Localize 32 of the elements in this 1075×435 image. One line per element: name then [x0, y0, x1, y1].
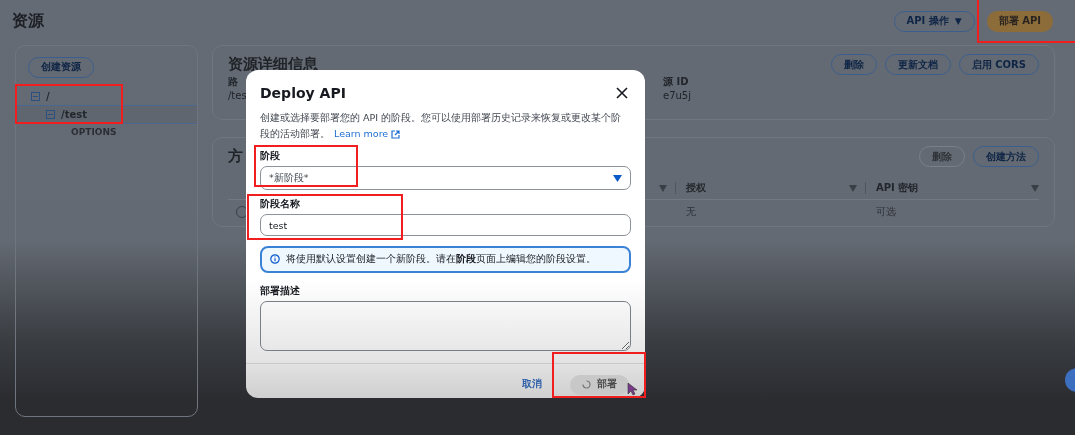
column-header[interactable]: API 密钥 [876, 181, 919, 195]
description-field[interactable] [260, 300, 631, 351]
tree-item[interactable]: / [16, 87, 197, 105]
dialog-title: Deploy API [260, 85, 346, 101]
column-header[interactable]: 授权 [686, 181, 706, 195]
tree-item[interactable]: /test [16, 104, 197, 124]
sort-icon[interactable] [659, 184, 667, 192]
field-label: 部署描述 [260, 284, 301, 298]
collapse-icon[interactable] [31, 91, 40, 101]
sort-icon[interactable] [1031, 184, 1039, 192]
collapse-icon[interactable] [46, 109, 55, 119]
info-text: 将使用默认设置创建一个新阶段。请在阶段页面上编辑您的阶段设置。 [286, 252, 596, 267]
card-title: 方 [228, 147, 243, 166]
deploy-api-button[interactable]: 部署 API [986, 10, 1053, 32]
cancel-link[interactable]: 取消 [522, 378, 542, 392]
spinner-icon [582, 380, 591, 390]
stage-select[interactable]: *新阶段* [260, 166, 631, 190]
caret-icon: ▼ [954, 16, 962, 26]
field-label: 阶段 [260, 150, 281, 163]
info-icon [270, 254, 280, 265]
field-label: 路 [228, 75, 238, 89]
field-label: 阶段名称 [260, 198, 301, 211]
cursor-icon [627, 381, 637, 396]
dialog-description: 创建或选择要部署您的 API 的阶段。您可以使用部署历史记录来恢复或更改某个阶段的活动部署。 Learn more [260, 110, 631, 142]
page-title: 资源 [12, 10, 45, 32]
learn-more-link[interactable]: Learn more [334, 126, 401, 142]
sort-icon[interactable] [849, 184, 857, 192]
stage-name-field[interactable]: test [260, 214, 631, 236]
tree-item[interactable]: OPTIONS [16, 123, 197, 141]
caret-icon [613, 174, 622, 182]
external-link-icon [391, 129, 401, 139]
field-label: 源 ID [663, 75, 689, 89]
